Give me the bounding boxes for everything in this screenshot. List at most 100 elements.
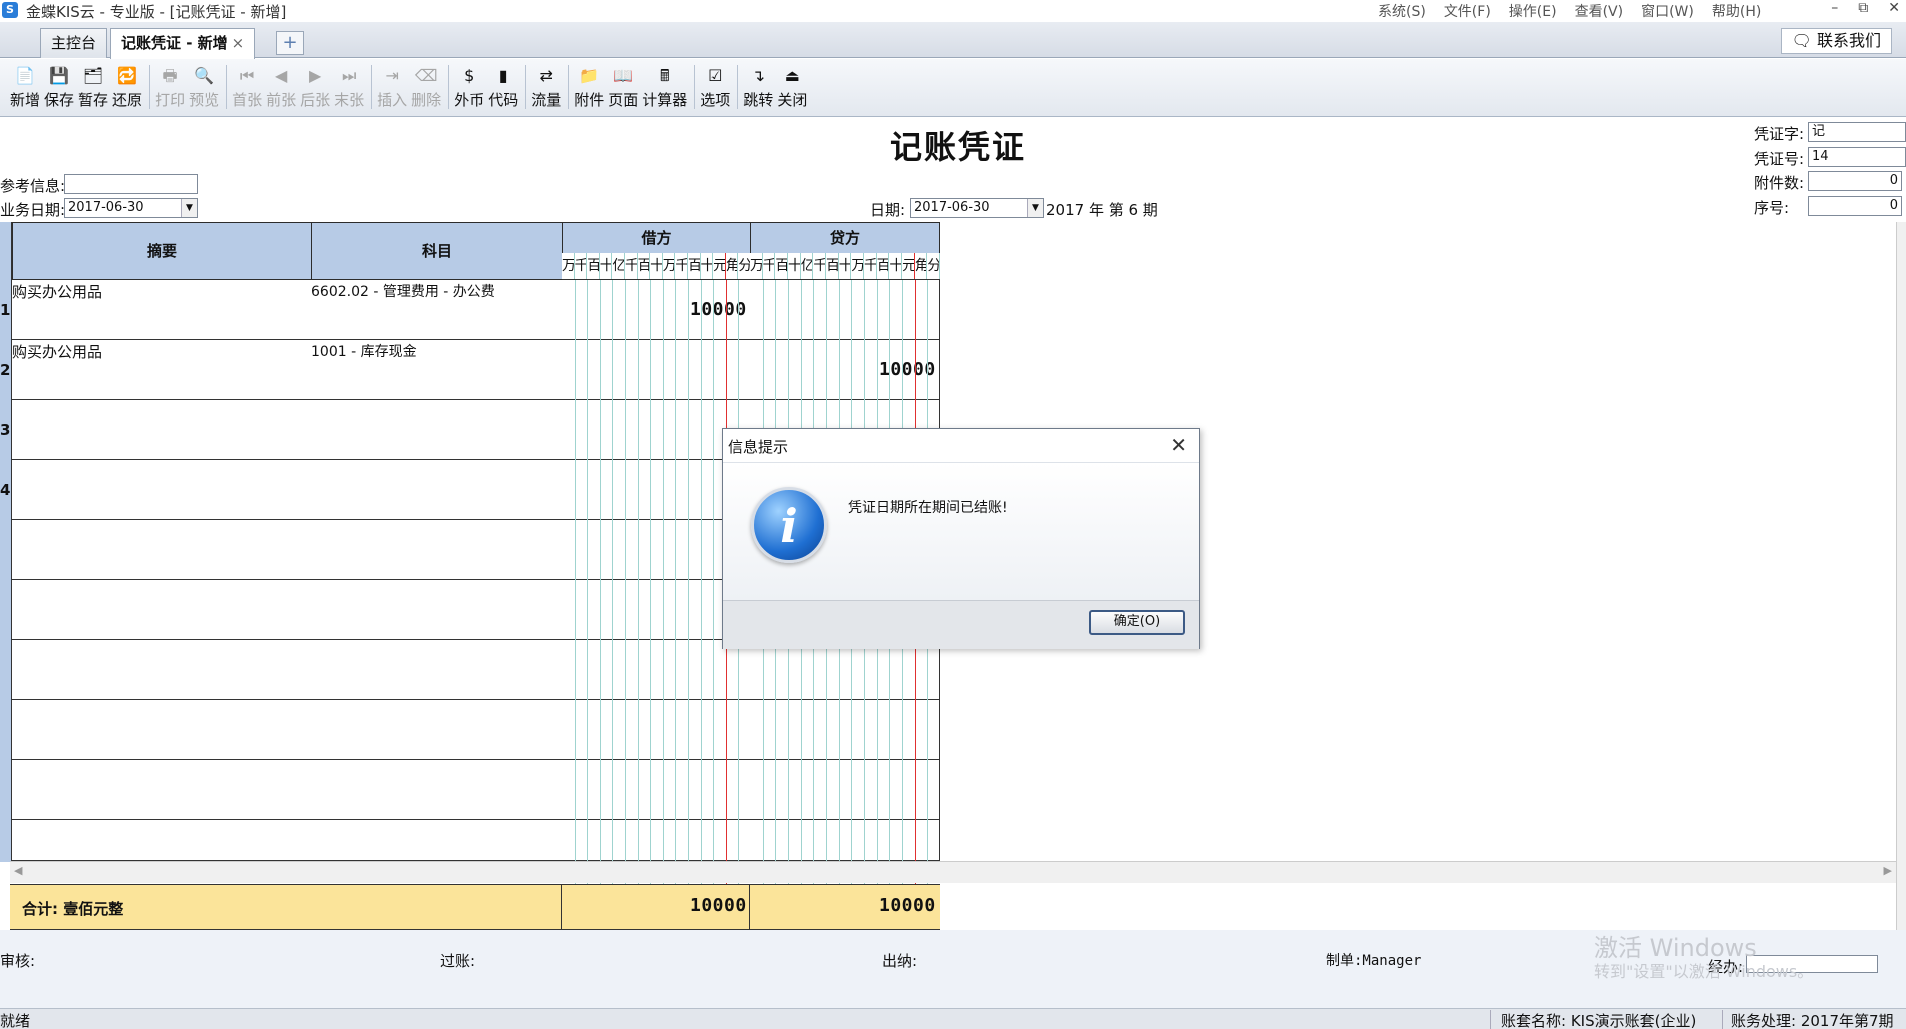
digit-header-cell: 千 [625, 253, 638, 279]
tab-home[interactable]: 主控台 [40, 28, 108, 58]
vertical-scrollbar[interactable] [1896, 222, 1906, 930]
summary-cell[interactable]: 购买办公用品 [12, 340, 312, 400]
chevron-down-icon[interactable]: ▼ [1027, 199, 1043, 217]
summary-cell[interactable] [12, 520, 312, 580]
status-bar: 就绪 账套名称: KIS演示账套(企业) 账务处理: 2017年第7期 [0, 1008, 1906, 1029]
account-cell[interactable] [311, 820, 563, 861]
toolbar-button-0[interactable]: 📄 新增 [10, 59, 40, 110]
toolbar-button-18[interactable]: ☑ 选项 [700, 59, 730, 110]
close-icon[interactable]: ✕ [1170, 433, 1187, 457]
toolbar-button-11[interactable]: ⌫ 删除 [411, 59, 441, 110]
toolbar-button-9[interactable]: ⏭ 末张 [334, 59, 364, 110]
toolbar-button-12[interactable]: $ 外币 [454, 59, 484, 110]
ref-info-input[interactable] [64, 174, 198, 194]
toolbar-button-15[interactable]: 📁 附件 [574, 59, 604, 110]
col-summary-header: 摘要 [12, 222, 312, 280]
toolbar-button-14[interactable]: ⇄ 流量 [531, 59, 561, 110]
toolbar-button-2[interactable]: 🗂 暂存 [78, 59, 108, 110]
credit-cell[interactable] [750, 760, 940, 820]
toolbar-button-8[interactable]: ▶ 后张 [300, 59, 330, 110]
digit-header-cell: 千 [763, 253, 776, 279]
toolbar-button-20[interactable]: ⏏ 关闭 [777, 59, 807, 110]
toolbar-button-4[interactable]: 🖶 打印 [155, 59, 185, 110]
voucher-number-input[interactable]: 14 [1808, 147, 1906, 167]
toolbar-button-16[interactable]: 📖 页面 [608, 59, 638, 110]
toolbar-icon-8: ▶ [308, 66, 322, 85]
toolbar-label: 首张 [232, 91, 263, 109]
toolbar-button-3[interactable]: 🔁 还原 [112, 59, 142, 110]
date-picker[interactable]: 2017-06-30 ▼ [910, 198, 1044, 218]
menu-view[interactable]: 查看(V) [1575, 1, 1624, 21]
digit-header-cell: 分 [927, 253, 941, 279]
voucher-word-select[interactable]: 记 [1808, 122, 1906, 142]
toolbar-label: 保存 [44, 91, 75, 109]
debit-cell[interactable] [562, 700, 751, 760]
account-cell[interactable] [311, 580, 563, 640]
total-label: 合计: 壹佰元整 [22, 900, 124, 918]
summary-cell[interactable]: 购买办公用品 [12, 280, 312, 340]
scroll-left-icon[interactable]: ◀ [14, 864, 22, 877]
debit-cell[interactable] [562, 820, 751, 861]
menu-operation[interactable]: 操作(E) [1509, 1, 1557, 21]
menu-system[interactable]: 系统(S) [1378, 1, 1426, 21]
account-cell[interactable]: 1001 - 库存现金 [311, 340, 563, 400]
account-cell[interactable] [311, 400, 563, 460]
menu-help[interactable]: 帮助(H) [1712, 1, 1761, 21]
tab-voucher-label: 记账凭证 - 新增 [121, 34, 228, 52]
summary-cell[interactable] [12, 580, 312, 640]
ok-button[interactable]: 确定(O) [1089, 610, 1185, 635]
attachments-input[interactable]: 0 [1808, 171, 1902, 191]
summary-cell[interactable] [12, 460, 312, 520]
tab-voucher[interactable]: 记账凭证 - 新增 × [110, 28, 256, 59]
horizontal-scrollbar[interactable]: ◀ ▶ [10, 861, 1896, 883]
menu-window[interactable]: 窗口(W) [1641, 1, 1694, 21]
summary-cell[interactable] [12, 400, 312, 460]
scroll-right-icon[interactable]: ▶ [1884, 864, 1892, 877]
seq-input[interactable]: 0 [1808, 196, 1902, 216]
debit-cell[interactable] [562, 340, 751, 400]
digit-header-cell: 十 [788, 253, 801, 279]
credit-cell[interactable] [750, 640, 940, 700]
toolbar-button-5[interactable]: 🔍 预览 [189, 59, 219, 110]
restore-icon[interactable]: ⧉ [1858, 0, 1868, 16]
account-cell[interactable] [311, 460, 563, 520]
add-tab-icon[interactable]: + [276, 31, 304, 55]
account-cell[interactable] [311, 640, 563, 700]
summary-cell[interactable] [12, 820, 312, 861]
account-cell[interactable] [311, 520, 563, 580]
summary-cell[interactable] [12, 700, 312, 760]
digit-header-cell: 角 [915, 253, 928, 279]
menu-bar: 系统(S) 文件(F) 操作(E) 查看(V) 窗口(W) 帮助(H) [1378, 1, 1761, 21]
close-window-icon[interactable]: ✕ [1888, 0, 1900, 16]
summary-cell[interactable] [12, 760, 312, 820]
credit-cell[interactable] [750, 700, 940, 760]
toolbar-separator [371, 65, 373, 109]
digit-grid-line [574, 280, 576, 930]
toolbar-button-1[interactable]: 💾 保存 [44, 59, 74, 110]
toolbar-button-17[interactable]: 🖩 计算器 [642, 59, 687, 110]
toolbar-button-10[interactable]: ⇥ 插入 [377, 59, 407, 110]
minimize-icon[interactable]: – [1831, 0, 1838, 16]
contact-us-button[interactable]: 🗨 联系我们 [1780, 28, 1892, 54]
chevron-down-icon[interactable]: ▼ [181, 199, 197, 217]
ref-info-label: 参考信息: [0, 177, 66, 195]
account-cell[interactable]: 6602.02 - 管理费用 - 办公费 [311, 280, 563, 340]
debit-cell[interactable] [562, 640, 751, 700]
biz-date-picker[interactable]: 2017-06-30 ▼ [64, 198, 198, 218]
total-debit-amount: 10000 [690, 895, 747, 916]
tab-close-icon[interactable]: × [232, 34, 245, 52]
summary-cell[interactable] [12, 640, 312, 700]
menu-file[interactable]: 文件(F) [1444, 1, 1491, 21]
account-cell[interactable] [311, 760, 563, 820]
credit-cell[interactable] [750, 820, 940, 861]
date-label: 日期: [870, 201, 906, 219]
credit-cell[interactable] [750, 280, 940, 340]
toolbar-button-7[interactable]: ◀ 前张 [266, 59, 296, 110]
toolbar-button-19[interactable]: ↴ 跳转 [743, 59, 773, 110]
toolbar-icon-16: 📖 [613, 66, 634, 85]
toolbar-button-13[interactable]: ▮ 代码 [488, 59, 518, 110]
row-number: 3 [0, 421, 11, 439]
account-cell[interactable] [311, 700, 563, 760]
debit-cell[interactable] [562, 760, 751, 820]
toolbar-button-6[interactable]: ⏮ 首张 [232, 59, 262, 110]
